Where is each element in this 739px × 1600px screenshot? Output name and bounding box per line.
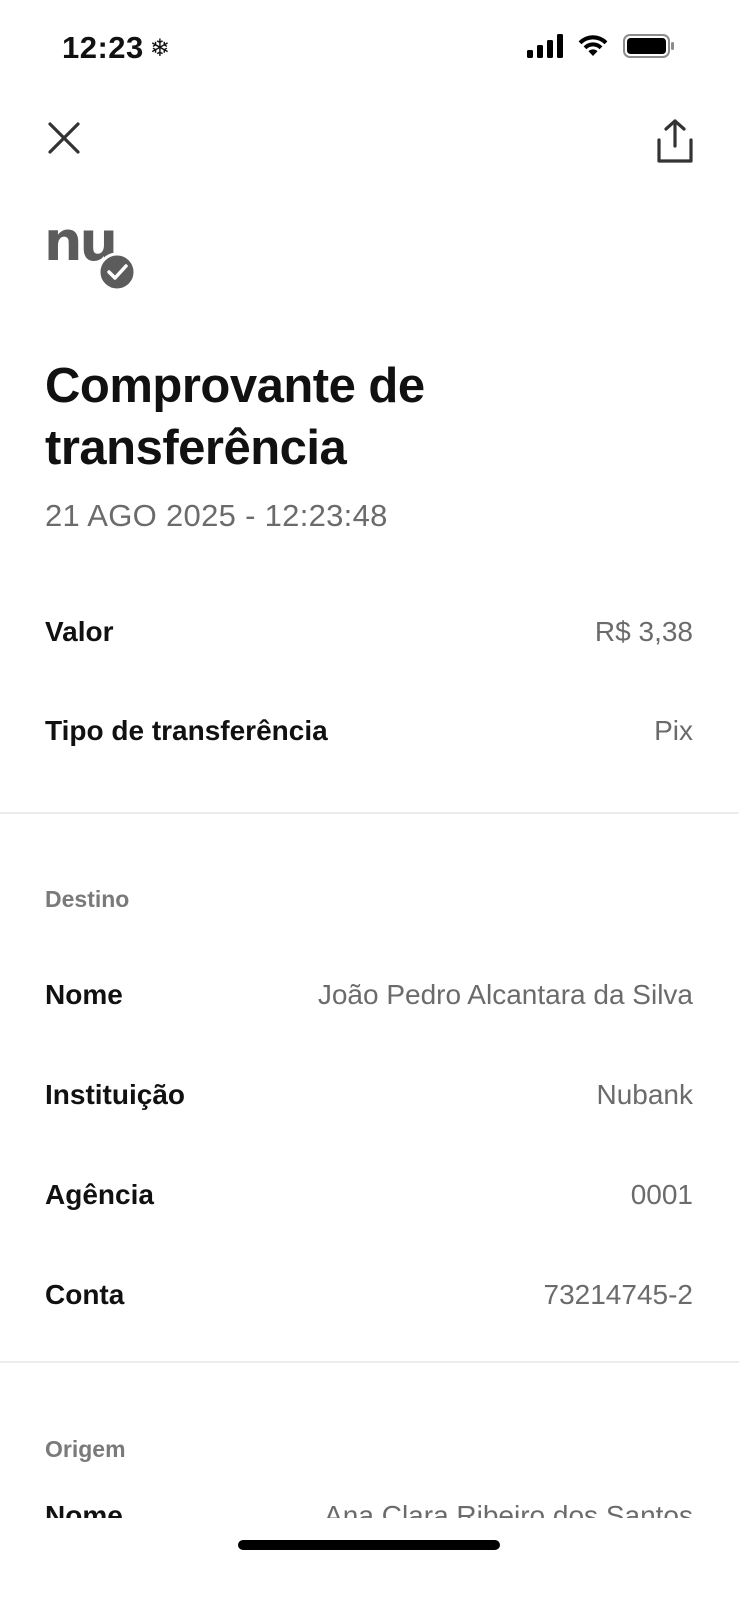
cellular-signal-icon [527, 34, 563, 58]
page-title: Comprovante de transferência [45, 359, 425, 475]
destination-account-row: Conta 73214745-2 [45, 1273, 693, 1317]
destination-institution-value: Nubank [596, 1079, 693, 1110]
nubank-logo: nu [44, 210, 144, 294]
destination-name-row: Nome João Pedro Alcantara da Silva [45, 973, 693, 1017]
amount-label: Valor [45, 616, 114, 647]
divider [0, 812, 739, 814]
wifi-icon [578, 35, 608, 56]
divider [0, 1361, 739, 1363]
destination-institution-row: Instituição Nubank [45, 1073, 693, 1117]
destination-account-label: Conta [45, 1279, 125, 1310]
destination-section-title: Destino [45, 886, 130, 912]
destination-name-value: João Pedro Alcantara da Silva [317, 979, 693, 1010]
status-time: 12:23 ❄ [62, 30, 170, 66]
origin-name-row: Nome Ana Clara Ribeiro dos Santos [45, 1496, 693, 1518]
battery-icon [623, 34, 674, 58]
share-button[interactable] [655, 118, 695, 164]
destination-agency-row: Agência 0001 [45, 1173, 693, 1217]
status-time-text: 12:23 [62, 30, 144, 65]
destination-institution-label: Instituição [45, 1079, 186, 1110]
destination-account-value: 73214745-2 [543, 1279, 693, 1310]
status-icons [527, 34, 675, 58]
amount-value: R$ 3,38 [594, 616, 693, 647]
destination-agency-label: Agência [45, 1179, 154, 1210]
transfer-type-label: Tipo de transferência [45, 715, 328, 746]
share-icon [657, 119, 693, 163]
origin-name-label: Nome [45, 1500, 123, 1518]
status-bar: 12:23 ❄ [0, 0, 739, 100]
transfer-type-value: Pix [654, 715, 693, 746]
transaction-datetime: 21 AGO 2025 - 12:23:48 [45, 498, 388, 533]
receipt-screen: 12:23 ❄ nu Comprovante de transferência … [0, 0, 739, 1600]
snowflake-icon: ❄ [149, 34, 171, 62]
amount-row: Valor R$ 3,38 [45, 610, 693, 654]
origin-name-value: Ana Clara Ribeiro dos Santos [324, 1500, 693, 1518]
home-indicator[interactable] [238, 1540, 500, 1550]
transfer-type-row: Tipo de transferência Pix [45, 709, 693, 753]
destination-name-label: Nome [45, 979, 123, 1010]
close-button[interactable] [44, 118, 84, 158]
destination-agency-value: 0001 [630, 1179, 693, 1210]
origin-section-title: Origem [45, 1436, 126, 1462]
verified-check-icon [97, 252, 137, 292]
close-icon [48, 122, 80, 154]
